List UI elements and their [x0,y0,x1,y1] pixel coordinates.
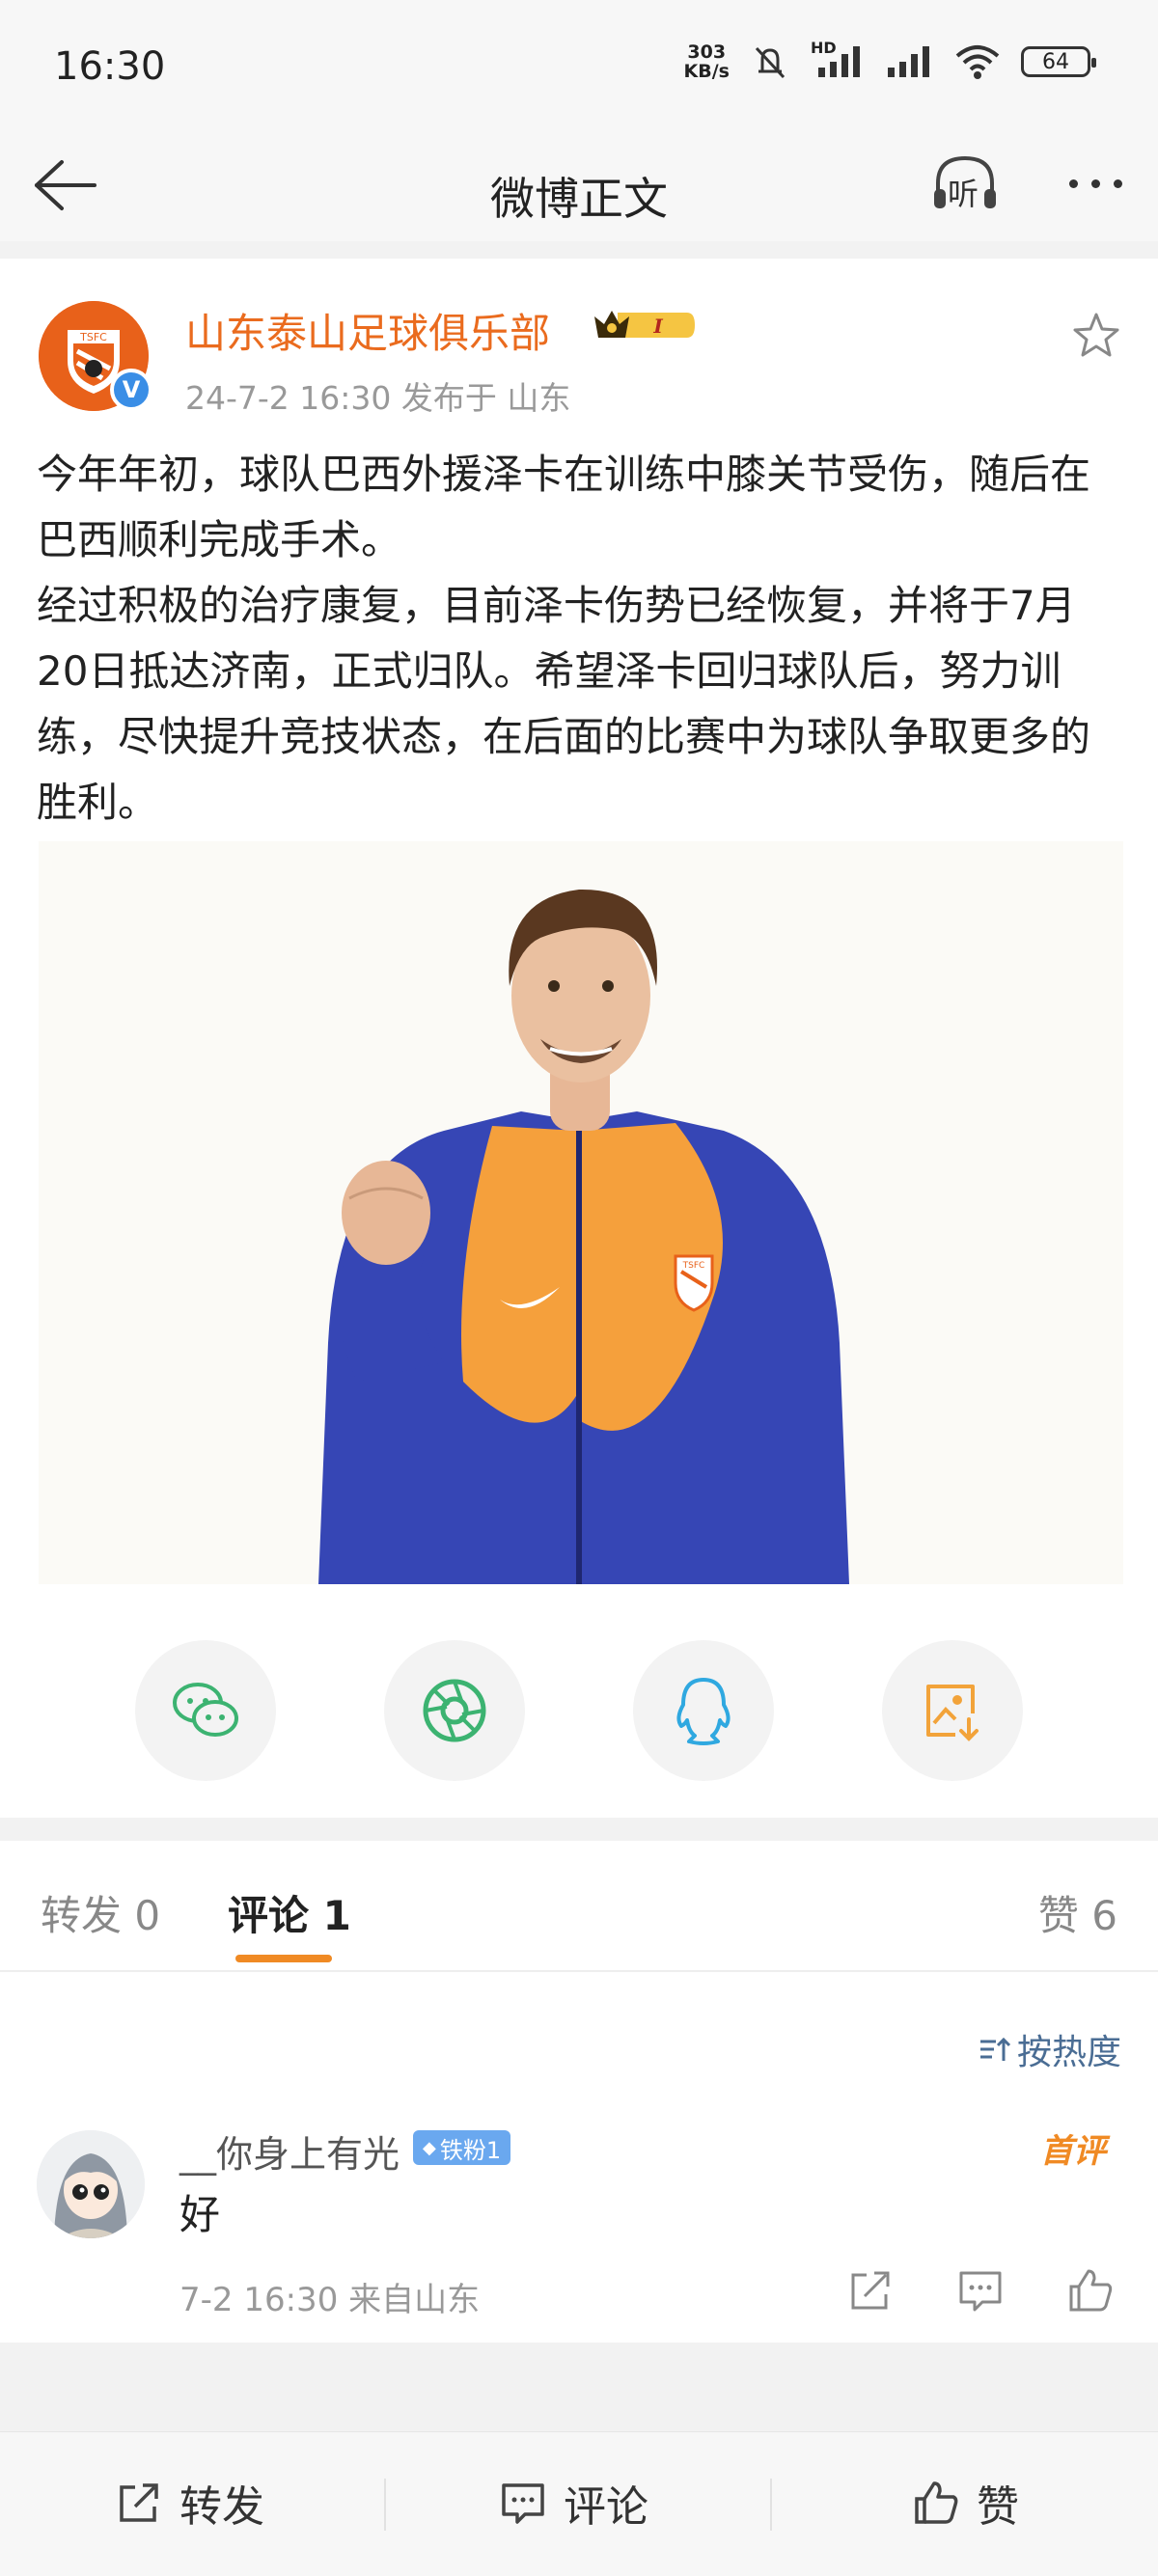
status-bar: 16:30 303 KB/s HD 64 [0,0,1158,135]
diamond-icon: ◆ [423,2137,436,2158]
comment-button[interactable]: 评论 [498,2469,648,2536]
comment-label: 评论 [564,2482,648,2532]
first-comment-tag: 首评 [1040,2132,1106,2171]
network-speed: 303 KB/s [684,42,730,81]
divider [0,1970,1158,1972]
author-avatar[interactable]: TSFC V [39,301,152,411]
like-label: 赞 [977,2482,1019,2532]
save-image-button[interactable] [882,1640,1023,1781]
share-moments-button[interactable] [384,1640,525,1781]
star-icon [1073,313,1119,357]
sort-label: 按热度 [1016,2033,1121,2072]
post-meta: 24-7-2 16:30 发布于 山东 [185,379,571,417]
listen-button[interactable]: 听 [926,145,1004,222]
more-options-button[interactable] [1052,145,1139,222]
commenter-avatar[interactable] [37,2130,145,2238]
comment-share-button[interactable] [843,2263,897,2317]
signal-icon-2 [888,46,929,77]
thumbs-up-icon [1069,2269,1113,2312]
avatar-logo-text: TSFC [79,331,107,343]
vip-badge[interactable]: I [591,305,699,345]
favorite-button[interactable] [1069,309,1123,363]
signal-hd: HD [811,39,865,81]
moments-icon [423,1679,486,1742]
fan-badge-label: 铁粉1 [439,2136,502,2164]
wechat-icon [173,1683,238,1737]
comment-reply-button[interactable] [953,2263,1007,2317]
network-speed-unit: KB/s [683,61,730,82]
comment-text: 好 [179,2191,221,2238]
crown-icon: I [594,311,695,338]
comment-like-button[interactable] [1063,2263,1117,2317]
post-card: TSFC V 山东泰山足球俱乐部 I 24-7-2 16:30 发布于 山东 今… [0,259,1158,1818]
bottom-action-bar: 转发 评论 赞 [0,2431,1158,2576]
post-text: 今年年初，球队巴西外援泽卡在训练中膝关节受伤，随后在巴西顺利完成手术。 经过积极… [37,451,1091,826]
more-dot-icon [1090,178,1100,188]
share-row [0,1640,1158,1785]
repost-icon [120,2483,158,2522]
battery-indicator: 64 [1021,46,1096,77]
top-nav-bar: 微博正文 听 [0,135,1158,241]
verified-badge: V [110,369,152,411]
listen-label: 听 [948,176,979,212]
divider [384,2479,386,2531]
status-icons: 303 KB/s HD 64 [684,39,1096,81]
signal-icon [818,46,860,77]
status-time: 16:30 [54,44,166,89]
repost-button[interactable]: 转发 [114,2469,264,2536]
fan-badge[interactable]: ◆ 铁粉1 [413,2130,511,2165]
qq-icon [676,1678,731,1745]
player-photo: TSFC [39,841,1123,1584]
jacket-badge-text: TSFC [682,1261,705,1271]
sort-icon [979,2037,1011,2061]
tab-likes[interactable]: 赞 6 [1038,1883,1117,1942]
mute-icon [755,46,786,79]
sort-by-popularity-button[interactable]: 按热度 [977,2024,1121,2074]
post-image[interactable]: TSFC [39,841,1123,1584]
wifi-icon [955,45,1000,79]
tab-comments[interactable]: 评论 1 [228,1883,351,1942]
vip-level: I [652,315,663,338]
network-speed-value: 303 [687,41,727,63]
thumbs-up-icon [915,2481,958,2524]
anime-avatar-icon [37,2130,145,2238]
divider [770,2479,772,2531]
author-name[interactable]: 山东泰山足球俱乐部 [185,301,550,360]
repost-label: 转发 [179,2482,264,2532]
comment-meta: 7-2 16:30 来自山东 [179,2281,481,2319]
tab-reposts[interactable]: 转发 0 [41,1883,160,1942]
comment-icon [502,2483,544,2524]
comment-icon [959,2271,1002,2312]
interaction-section: 转发 0 评论 1 赞 6 按热度 __你身上有光 ◆ 铁粉1 首评 好 7-2… [0,1841,1158,2343]
save-image-icon [926,1685,979,1741]
share-out-icon [851,2271,890,2310]
like-button[interactable]: 赞 [911,2469,1019,2536]
share-wechat-button[interactable] [135,1640,276,1781]
active-tab-indicator [235,1955,332,1962]
commenter-username[interactable]: __你身上有光 [179,2124,400,2178]
more-dot-icon [1068,178,1078,188]
share-qq-button[interactable] [633,1640,774,1781]
more-dot-icon [1113,178,1122,188]
